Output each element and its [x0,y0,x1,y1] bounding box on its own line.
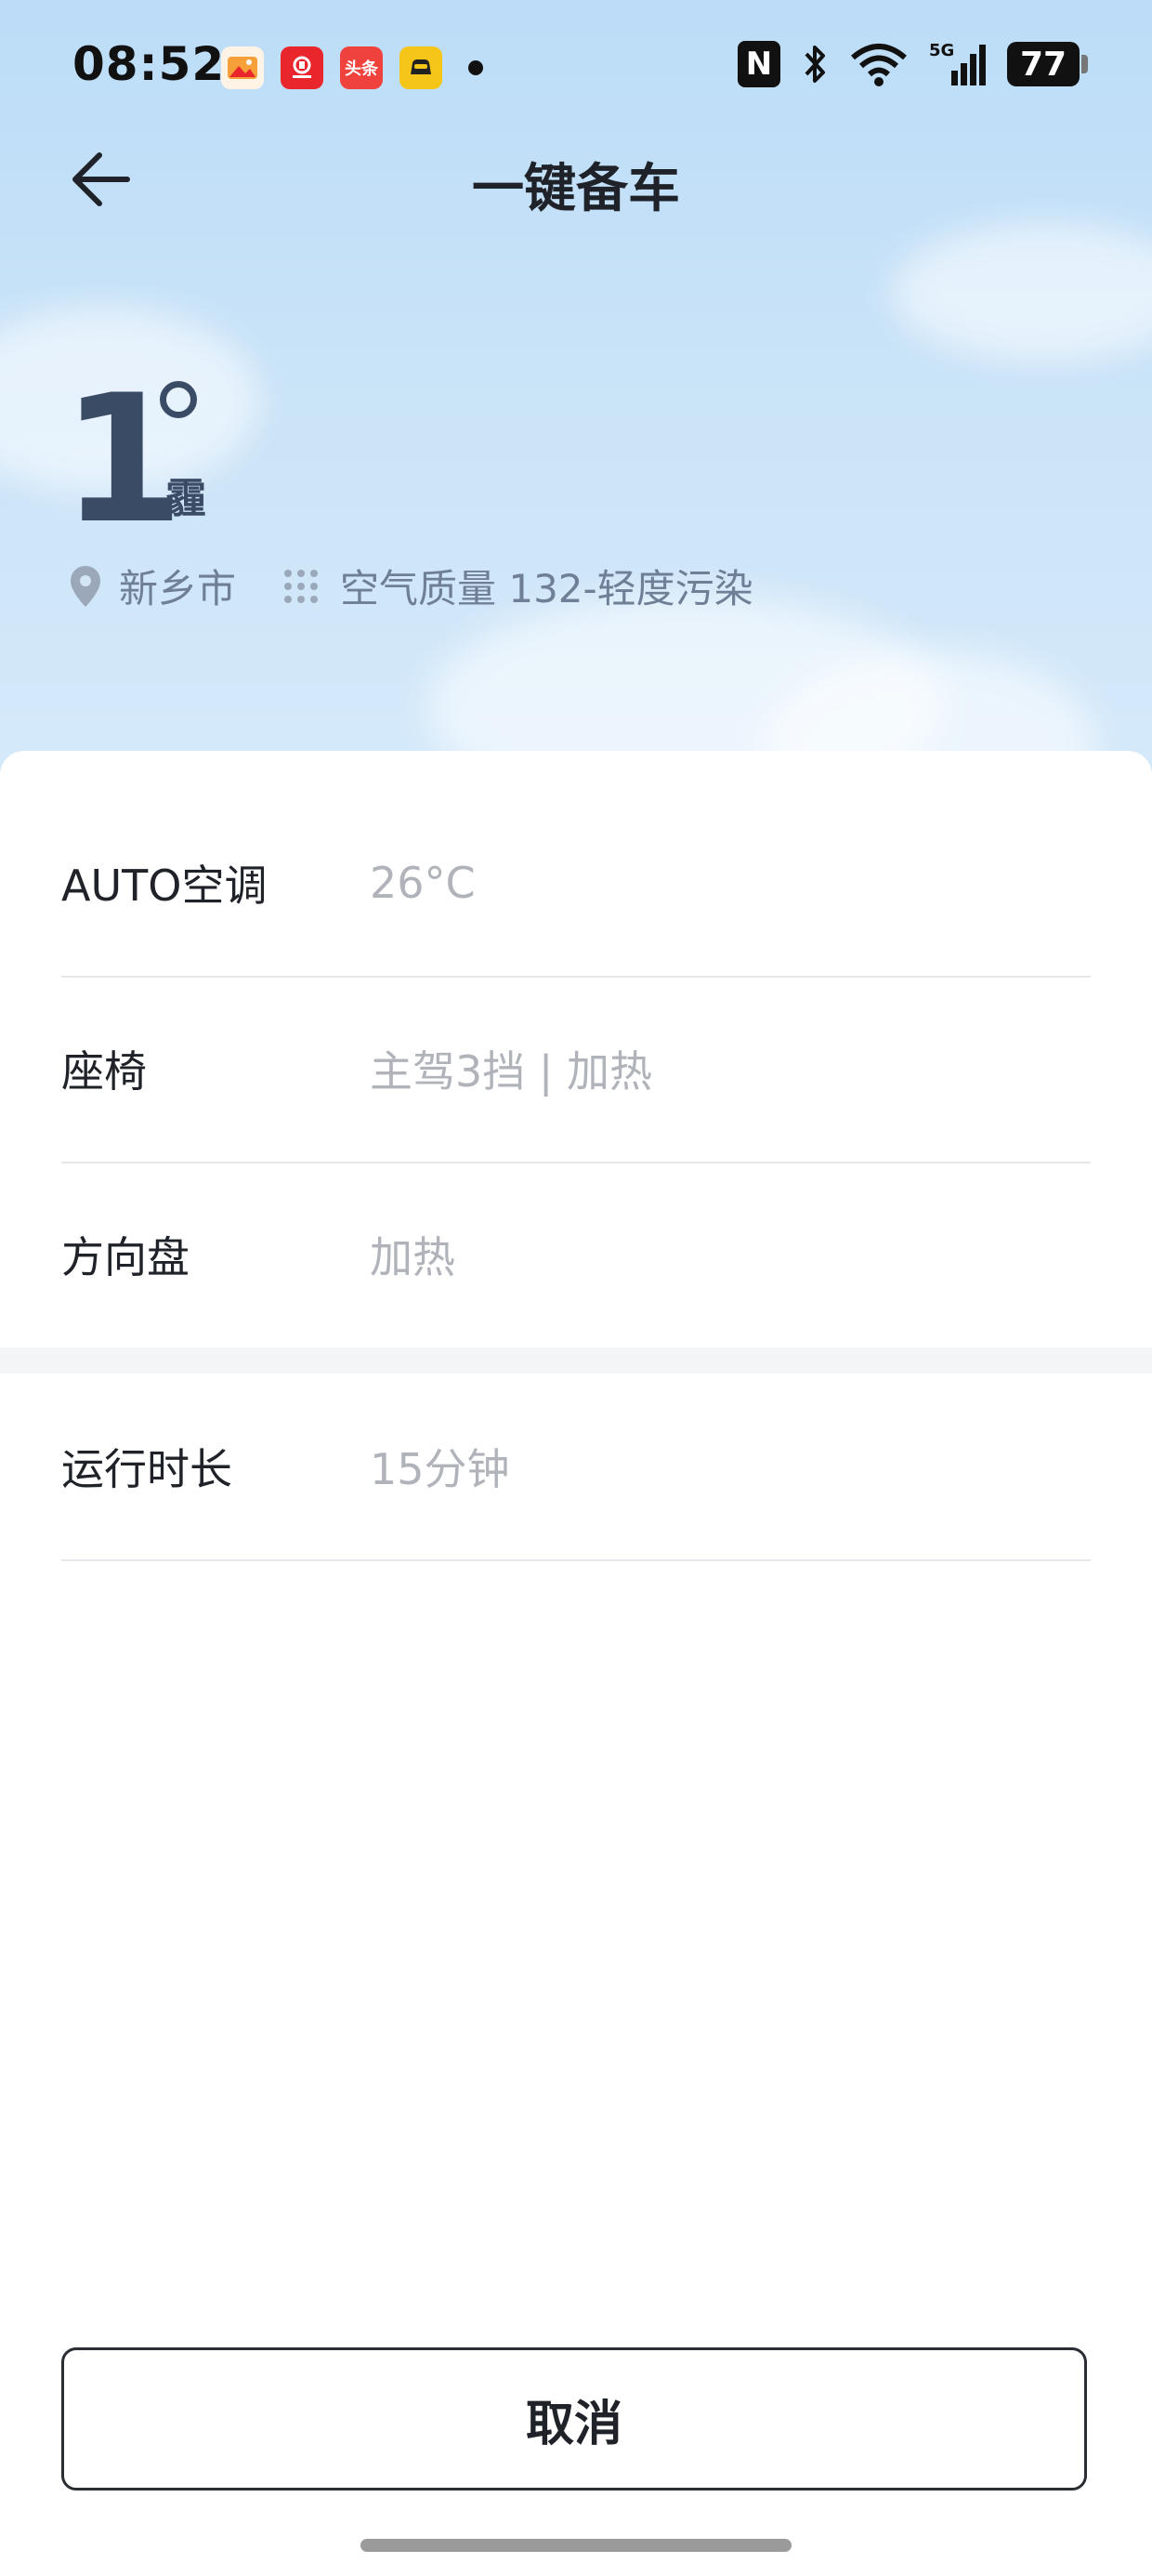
setting-row-ac[interactable]: AUTO空调 26°C [61,790,1091,978]
setting-row-steering-wheel[interactable]: 方向盘 加热 [61,1162,1091,1347]
setting-value: 加热 [370,1232,455,1282]
location-pin-icon [71,565,100,607]
air-quality-text: 空气质量 132-轻度污染 [340,566,753,611]
signal-icon: 5G [929,41,987,87]
toutiao-app-icon: 头条 [340,46,383,89]
status-bar: 08:52 头条 N 5G 77 [0,0,1152,139]
setting-label: 方向盘 [61,1232,190,1282]
setting-label: AUTO空调 [61,861,268,911]
weather-info-row: 新乡市 空气质量 132-轻度污染 [67,558,753,614]
setting-row-duration[interactable]: 运行时长 15分钟 [61,1373,1091,1561]
nfc-icon: N [738,41,780,87]
setting-label: 运行时长 [61,1444,232,1494]
status-time: 08:52 [72,37,226,91]
section-divider [0,1347,1152,1373]
home-indicator[interactable] [360,2539,792,2552]
gwm-app-icon [281,46,323,89]
wifi-icon [851,44,907,86]
page-title: 一键备车 [472,159,680,219]
system-status: N 5G 77 [738,41,1088,87]
car-app-icon [399,46,442,89]
more-notifications-dot [468,60,483,75]
setting-value: 主驾3挡 | 加热 [370,1046,653,1097]
degree-icon [160,381,197,418]
gallery-app-icon [221,46,264,89]
city-name: 新乡市 [119,566,237,611]
air-quality-icon [284,569,319,603]
setting-value: 15分钟 [370,1444,510,1494]
bluetooth-icon [805,46,825,83]
setting-label: 座椅 [61,1046,147,1097]
cancel-button[interactable]: 取消 [61,2347,1087,2491]
battery-icon: 77 [1007,42,1088,86]
setting-value: 26°C [370,858,476,908]
weather-condition: 霾 [165,475,206,522]
notification-icons: 头条 [221,46,483,89]
setting-row-seat[interactable]: 座椅 主驾3挡 | 加热 [61,976,1091,1163]
